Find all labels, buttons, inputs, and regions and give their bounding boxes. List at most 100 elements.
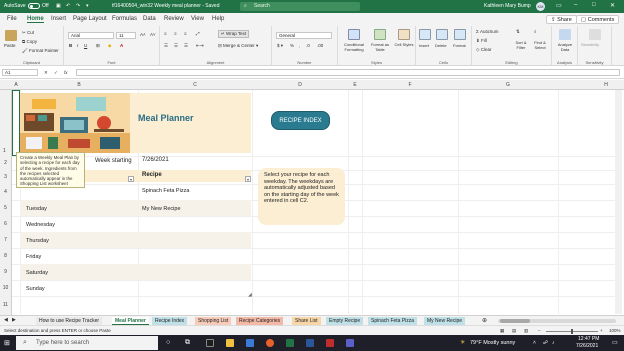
ribbon-display-icon[interactable]: ▭ (556, 2, 562, 9)
row-header[interactable]: 11 (0, 296, 12, 315)
row-header[interactable]: 2 (0, 156, 12, 170)
worksheet[interactable]: Meal Planner Week starting 7/26/2021 ▾ R… (12, 90, 622, 314)
customize-qat-icon[interactable]: ▾ (86, 3, 89, 9)
tray-chevron-icon[interactable]: ˄ (533, 340, 536, 346)
search-box[interactable]: ⌕ Search (240, 2, 360, 11)
row-header[interactable]: 6 (0, 216, 12, 232)
sheet-tab[interactable]: Share List (292, 317, 321, 325)
row-header[interactable]: 10 (0, 280, 12, 296)
acrobat-icon[interactable] (326, 339, 334, 347)
sensitivity-button[interactable]: Sensitivity (581, 42, 599, 47)
week-start-date[interactable]: 7/26/2021 (142, 157, 169, 163)
row-header[interactable]: 3 (0, 170, 12, 184)
sheet-tab[interactable]: How to use Recipe Tracker (36, 317, 103, 325)
day-cell[interactable]: Friday (26, 254, 41, 260)
column-header[interactable]: C (138, 82, 252, 88)
sort-filter-button[interactable]: Sort & Filter (512, 40, 530, 50)
tab-file[interactable]: File (7, 16, 17, 22)
day-cell[interactable]: Sunday (26, 286, 45, 292)
add-sheet-icon[interactable]: ⊕ (482, 317, 487, 324)
font-size-select[interactable]: 11 (116, 32, 136, 39)
column-header[interactable]: G (458, 82, 558, 88)
avatar[interactable]: KM (536, 2, 545, 11)
enter-formula-icon[interactable]: ✓ (54, 70, 58, 76)
orientation-icon[interactable]: ⤢ (196, 31, 200, 36)
column-header[interactable]: D (252, 82, 348, 88)
row-header[interactable]: 7 (0, 232, 12, 248)
row-header[interactable]: 1 (0, 90, 12, 156)
weather-text[interactable]: 79°F Mostly sunny (470, 340, 515, 346)
format-as-table-icon[interactable] (374, 29, 386, 40)
conditional-formatting-icon[interactable] (348, 29, 360, 40)
insert-button[interactable]: Insert (419, 43, 429, 48)
comma-icon[interactable]: , (299, 43, 300, 48)
horizontal-scrollbar[interactable] (498, 319, 616, 323)
format-cells-icon[interactable] (454, 29, 466, 40)
recipe-filter-dropdown[interactable]: ▾ (245, 176, 251, 182)
tab-review[interactable]: Review (164, 16, 184, 22)
zoom-out-icon[interactable]: – (538, 328, 541, 333)
tab-view[interactable]: View (191, 16, 204, 22)
sheet-tab[interactable]: Shopping List (195, 317, 232, 325)
recipe-cell[interactable]: Spinach Feta Pizza (142, 188, 189, 194)
name-box[interactable]: A1 (2, 69, 38, 76)
windows-start-icon[interactable]: ⊞ (4, 339, 10, 347)
tab-insert[interactable]: Insert (51, 16, 66, 22)
vertical-scrollbar[interactable] (615, 90, 622, 314)
align-center-icon[interactable]: ☰ (174, 43, 178, 49)
analyze-data-icon[interactable] (559, 29, 571, 40)
cell-styles-icon[interactable] (398, 29, 410, 40)
sheet-tab[interactable]: Empty Recipe (326, 317, 364, 325)
conditional-formatting-button[interactable]: Conditional Formatting (340, 42, 368, 52)
day-cell[interactable]: Wednesday (26, 222, 55, 228)
indent-icon[interactable]: ⇤⇥ (196, 43, 204, 49)
format-painter-button[interactable]: 🖌 Format Painter (22, 48, 59, 54)
autosave-toggle[interactable] (28, 3, 40, 9)
tab-data[interactable]: Data (143, 16, 156, 22)
page-layout-view-icon[interactable]: ▤ (512, 328, 516, 334)
cell-styles-button[interactable]: Cell Styles (394, 42, 414, 47)
comments-button[interactable]: ▢ Comments (576, 15, 620, 24)
delete-button[interactable]: Delete (435, 43, 447, 48)
format-button[interactable]: Format (453, 43, 466, 48)
task-view-icon[interactable]: ⧉ (185, 339, 190, 347)
decrease-font-icon[interactable]: A˅ (150, 32, 156, 37)
paste-icon[interactable] (5, 30, 17, 41)
row-header[interactable]: 8 (0, 248, 12, 264)
sort-filter-icon[interactable]: ⇅ (516, 29, 520, 35)
underline-button[interactable]: U (84, 43, 87, 48)
zoom-slider-thumb[interactable] (571, 329, 573, 334)
insert-cells-icon[interactable] (419, 29, 431, 40)
file-explorer-icon[interactable] (226, 339, 234, 347)
firefox-icon[interactable] (266, 339, 274, 347)
decrease-decimal-icon[interactable]: .00 (317, 43, 323, 48)
sheet-tab[interactable]: Recipe Index (152, 317, 188, 325)
column-header[interactable]: F (362, 82, 458, 88)
notifications-icon[interactable]: ▭ (612, 339, 618, 346)
paste-button[interactable]: Paste (4, 43, 16, 48)
network-icon[interactable]: ☍ (543, 340, 548, 346)
normal-view-icon[interactable]: ▦ (500, 328, 504, 334)
mail-icon[interactable] (246, 339, 254, 347)
save-icon[interactable]: ▣ (56, 3, 61, 9)
day-cell[interactable]: Saturday (26, 270, 48, 276)
italic-button[interactable]: I (77, 43, 78, 48)
copy-button[interactable]: ⧉ Copy (22, 39, 37, 44)
next-sheet-icon[interactable]: ▶ (12, 317, 16, 323)
increase-decimal-icon[interactable]: .0 (306, 43, 310, 48)
day-cell[interactable]: Thursday (26, 238, 49, 244)
taskbar-search[interactable]: ⌕ Type here to search (16, 336, 158, 350)
excel-icon[interactable] (286, 339, 294, 347)
delete-cells-icon[interactable] (436, 29, 448, 40)
clock-time[interactable]: 12:47 PM (578, 336, 599, 342)
wrap-text-button[interactable]: ↵ Wrap Text (218, 30, 250, 38)
zoom-in-icon[interactable]: + (600, 328, 603, 333)
font-color-icon[interactable]: A (120, 43, 123, 48)
teams-icon[interactable] (346, 339, 354, 347)
font-name-select[interactable]: Arial (68, 32, 114, 39)
fill-color-icon[interactable]: ◆ (108, 43, 111, 49)
minimize-icon[interactable]: – (574, 2, 577, 8)
sheet-tab[interactable]: Recipe Categories (236, 317, 284, 325)
align-right-icon[interactable]: ☰ (184, 43, 188, 49)
currency-icon[interactable]: $ ▾ (277, 43, 283, 49)
